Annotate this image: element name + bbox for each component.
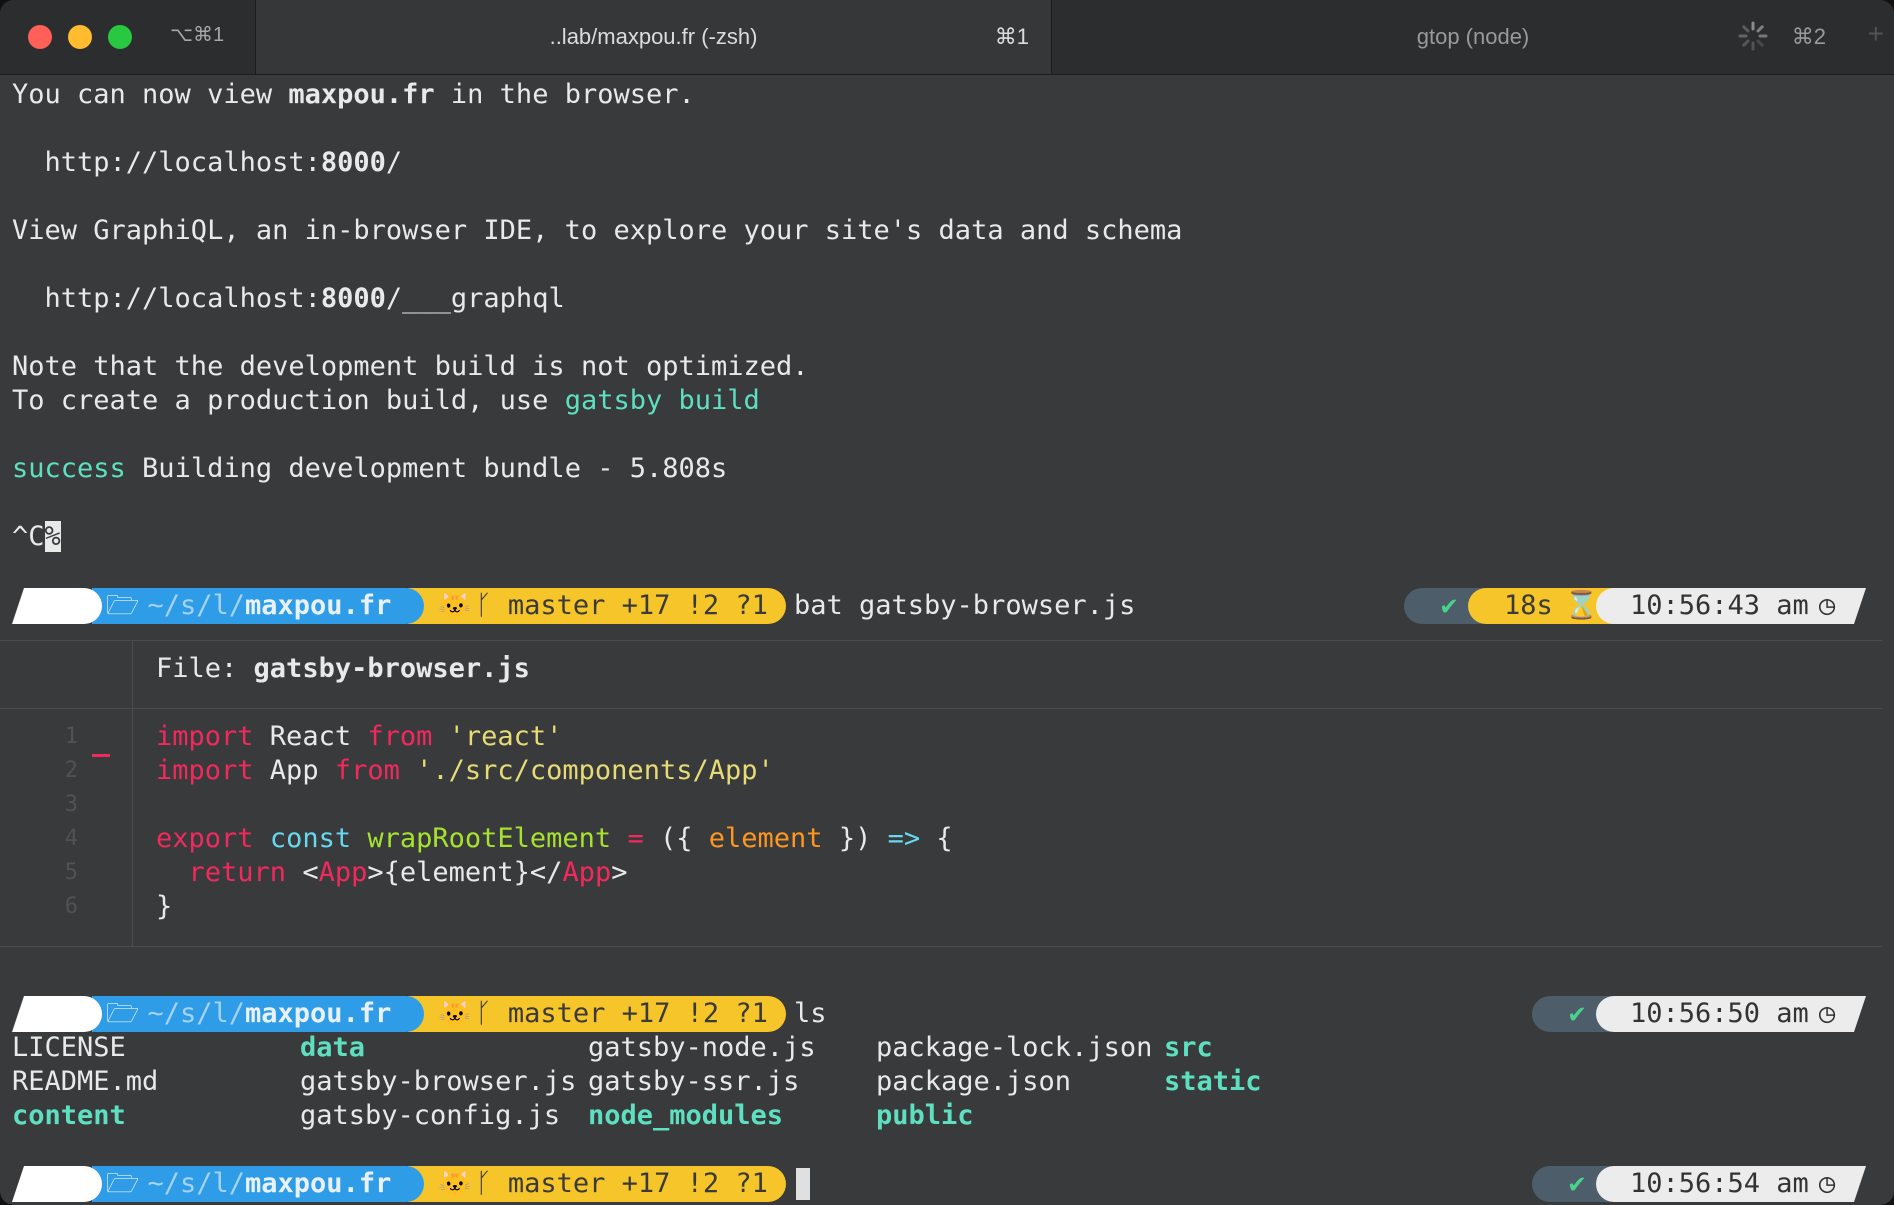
line-number: 1 [64,724,78,749]
line-number: 5 [64,860,78,885]
output-line: Note that the development build is not o… [12,351,809,382]
tab-bar: ⌥⌘1 ..lab/maxpou.fr (-zsh) ⌘1 gtop (node… [0,0,1894,75]
apple-segment [12,588,102,624]
ls-file: gatsby-config.js [300,1100,561,1131]
ls-dir: data [300,1032,366,1063]
folder-icon: 🗁 [106,1168,140,1199]
text-cursor [796,1168,810,1200]
output-line: http://localhost:8000/___graphql [12,283,565,314]
tab-zsh[interactable]: ..lab/maxpou.fr (-zsh) ⌘1 [255,0,1052,74]
output-line: View GraphiQL, an in-browser IDE, to exp… [12,215,1183,246]
branch-icon: ᚴ [475,1168,492,1199]
ls-file: package.json [876,1066,1072,1097]
git-icon: 🐱 [438,590,472,621]
ls-dir: src [1164,1032,1213,1063]
right-prompt: ✔ 18s ⌛ 10:56:43 am ◷ [1404,588,1866,624]
time-segment: 10:56:43 am ◷ [1596,588,1866,624]
new-tab-button[interactable]: + [1868,18,1884,50]
line-number: 3 [64,792,78,817]
window-shortcut: ⌥⌘1 [170,24,225,46]
terminal-window: ⌥⌘1 ..lab/maxpou.fr (-zsh) ⌘1 gtop (node… [0,0,1894,1205]
command-text: ls [794,998,827,1029]
ls-dir: static [1164,1066,1262,1097]
ls-dir: content [12,1100,126,1131]
branch-icon: ᚴ [475,590,492,621]
time-segment: 10:56:50 am ◷ [1596,996,1866,1032]
git-segment: 🐱 ᚴ master +17 !2 ?1 [408,588,786,624]
folder-icon: 🗁 [106,590,140,621]
divider [0,708,1882,709]
bat-output: File: gatsby-browser.js 1 2 3 4 5 6 impo… [0,640,1894,947]
branch-icon: ᚴ [475,998,492,1029]
git-segment: 🐱 ᚴ master +17 !2 ?1 [408,1166,786,1202]
path-segment: 🗁 ~/s/l/maxpou.fr [92,996,424,1032]
clock-icon: ◷ [1818,1168,1836,1199]
tab-shortcut: ⌘2 [1791,24,1826,49]
ls-dir: node_modules [588,1100,784,1131]
bat-file-header: File: gatsby-browser.js [156,653,530,684]
ls-file: LICENSE [12,1032,126,1063]
ls-file: README.md [12,1066,159,1097]
path-segment: 🗁 ~/s/l/maxpou.fr [92,588,424,624]
apple-segment [12,1166,102,1202]
code-line: import React from 'react' [156,721,563,752]
hourglass-icon: ⌛ [1564,590,1599,621]
ls-dir: public [876,1100,974,1131]
divider [0,640,1882,641]
duration-segment: 18s ⌛ [1468,588,1618,624]
code-line: return <App>{element}</App> [188,857,628,888]
time-segment: 10:56:54 am ◷ [1596,1166,1866,1202]
ls-file: gatsby-browser.js [300,1066,577,1097]
ls-file: gatsby-node.js [588,1032,816,1063]
right-prompt: ✔ 10:56:50 am ◷ [1532,996,1866,1032]
output-line: To create a production build, use gatsby… [12,385,760,416]
close-button[interactable] [28,25,52,49]
path-segment: 🗁 ~/s/l/maxpou.fr [92,1166,424,1202]
folder-icon: 🗁 [106,998,140,1029]
code-line: } [156,891,173,922]
tab-gtop[interactable]: gtop (node) ⌘2 [1052,0,1894,74]
git-icon: 🐱 [438,998,472,1029]
command-text: bat gatsby-browser.js [794,590,1136,621]
line-number: 6 [64,894,78,919]
git-segment: 🐱 ᚴ master +17 !2 ?1 [408,996,786,1032]
output-line: http://localhost:8000/ [12,147,403,178]
gutter-divider [132,640,133,946]
clock-icon: ◷ [1818,590,1836,621]
ls-file: package-lock.json [876,1032,1153,1063]
code-line: export const wrapRootElement = ({ elemen… [156,823,953,854]
output-line: ^C% [12,521,61,552]
activity-spinner-icon [1738,21,1768,51]
code-line: import App from './src/components/App' [156,755,774,786]
line-number: 4 [64,826,78,851]
output-line: You can now view maxpou.fr in the browse… [12,79,695,110]
git-icon: 🐱 [438,1168,472,1199]
line-number: 2 [64,758,78,783]
ls-file: gatsby-ssr.js [588,1066,800,1097]
tab-title: ..lab/maxpou.fr (-zsh) [549,24,758,49]
git-diff-marker [92,754,110,757]
minimize-button[interactable] [68,25,92,49]
tab-shortcut: ⌘1 [994,24,1029,49]
clock-icon: ◷ [1818,998,1836,1029]
right-prompt: ✔ 10:56:54 am ◷ [1532,1166,1866,1202]
output-line: success Building development bundle - 5.… [12,453,728,484]
divider [0,946,1882,947]
zoom-button[interactable] [108,25,132,49]
apple-segment [12,996,102,1032]
